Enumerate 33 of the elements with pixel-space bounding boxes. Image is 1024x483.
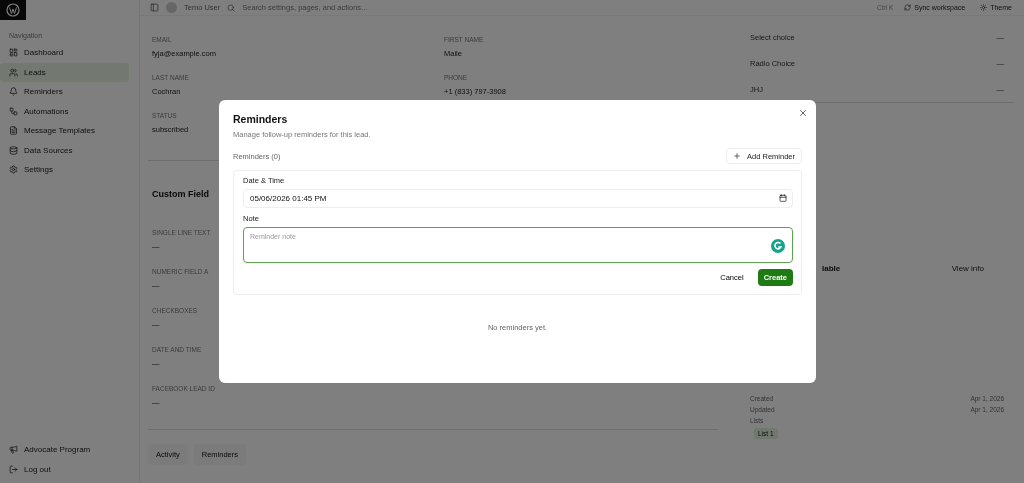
workflow-icon xyxy=(9,106,18,116)
refresh-icon xyxy=(904,4,912,11)
nav-item[interactable]: Advocate Program xyxy=(0,440,129,460)
sun-icon xyxy=(980,4,988,11)
sidebar-toggle-icon[interactable] xyxy=(150,3,159,12)
section-title: Custom Field xyxy=(152,189,209,199)
dialog-title: Reminders xyxy=(233,113,289,125)
nav-item[interactable]: Settings xyxy=(0,160,129,180)
nav-item[interactable]: Dashboard xyxy=(0,43,129,63)
megaphone-icon xyxy=(9,445,18,455)
view-info-button[interactable]: View info xyxy=(951,263,984,273)
bell-icon xyxy=(9,87,18,97)
date-time-field[interactable]: 05/06/2026 01:45 PM xyxy=(243,189,793,208)
nav-item[interactable]: Message Templates xyxy=(0,121,129,141)
nav-item[interactable]: Leads xyxy=(0,62,129,82)
card-title: lable xyxy=(822,263,841,273)
logout-icon xyxy=(9,464,18,474)
calendar-icon[interactable] xyxy=(779,194,787,202)
nav-item[interactable]: Automations xyxy=(0,101,129,121)
avatar xyxy=(166,2,177,13)
assistant-icon[interactable] xyxy=(771,239,785,253)
grid-icon xyxy=(9,48,18,58)
database-icon xyxy=(9,145,18,155)
users-icon xyxy=(9,67,18,77)
close-button[interactable] xyxy=(798,108,808,118)
nav-item[interactable]: Log out xyxy=(0,459,129,479)
document-icon xyxy=(9,126,18,136)
search-icon xyxy=(227,3,236,12)
settings-icon xyxy=(9,165,18,175)
plus-icon xyxy=(733,152,742,160)
logo[interactable] xyxy=(0,0,26,20)
nav-item[interactable]: Reminders xyxy=(0,82,129,102)
nav-item[interactable]: Data Sources xyxy=(0,140,129,160)
